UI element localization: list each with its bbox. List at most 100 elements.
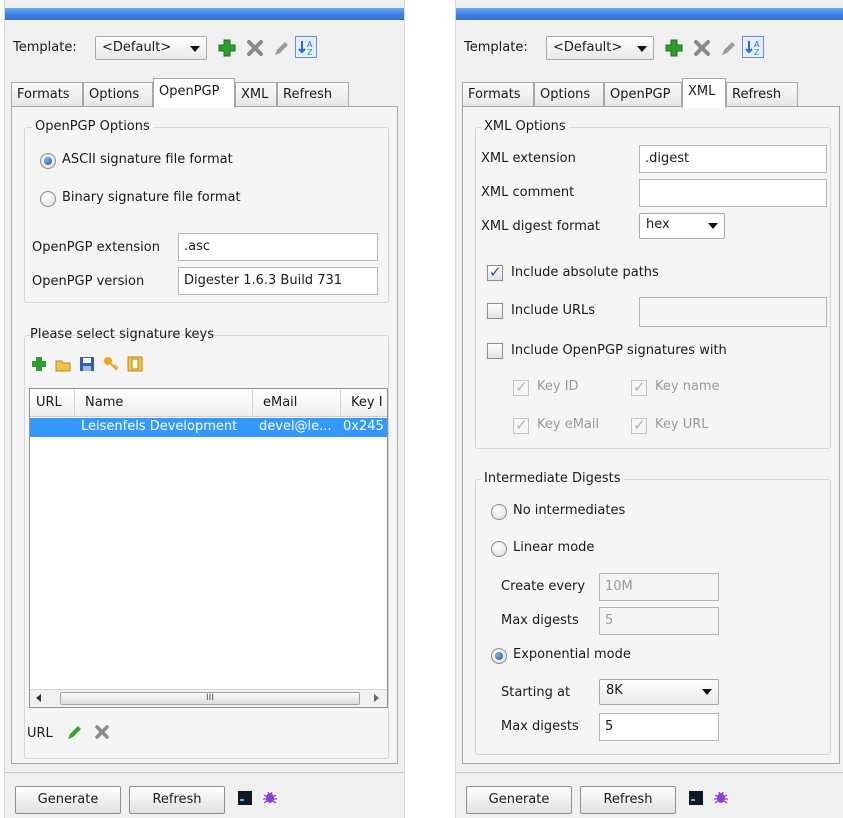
debug-bug-icon[interactable] bbox=[712, 788, 730, 806]
refresh-button[interactable]: Refresh bbox=[129, 786, 225, 814]
add-template-icon[interactable] bbox=[217, 38, 237, 58]
starting-at-label: Starting at bbox=[501, 685, 571, 700]
tab-xml[interactable]: XML bbox=[682, 78, 726, 108]
column-header-url[interactable]: URL bbox=[30, 389, 75, 417]
xml-extension-label: XML extension bbox=[481, 151, 576, 166]
tab-xml[interactable]: XML bbox=[235, 82, 277, 107]
checkmark-icon: ✓ bbox=[489, 263, 502, 281]
url-label: URL bbox=[27, 726, 53, 741]
xml-digest-format-select[interactable]: hex bbox=[639, 213, 725, 239]
starting-at-value: 8K bbox=[606, 683, 623, 698]
scroll-right-icon[interactable] bbox=[374, 694, 379, 702]
scrollbar-thumb[interactable]: III bbox=[60, 692, 360, 705]
tab-formats[interactable]: Formats bbox=[462, 82, 534, 107]
template-label: Template: bbox=[13, 40, 77, 55]
window-title-bar bbox=[456, 8, 843, 20]
checkmark-icon: ✓ bbox=[633, 378, 646, 396]
tab-formats[interactable]: Formats bbox=[11, 82, 83, 107]
add-key-icon[interactable] bbox=[30, 355, 50, 375]
tab-options[interactable]: Options bbox=[534, 82, 604, 107]
key-name-label: Key name bbox=[655, 379, 720, 394]
template-combo[interactable]: <Default> bbox=[95, 36, 207, 60]
chevron-down-icon bbox=[708, 223, 718, 229]
binary-format-radio[interactable] bbox=[40, 191, 56, 207]
tab-openpgp[interactable]: OpenPGP bbox=[153, 78, 235, 108]
linear-mode-label: Linear mode bbox=[513, 540, 595, 555]
ascii-format-radio[interactable] bbox=[40, 153, 56, 169]
refresh-button[interactable]: Refresh bbox=[580, 786, 676, 814]
include-urls-label: Include URLs bbox=[511, 303, 596, 318]
openpgp-extension-input[interactable]: .asc bbox=[178, 233, 378, 261]
xml-options-group bbox=[475, 127, 831, 449]
include-absolute-paths-checkbox[interactable]: ✓ bbox=[487, 263, 503, 281]
key-url-checkbox: ✓ bbox=[631, 416, 647, 434]
xml-digest-format-value: hex bbox=[646, 217, 670, 232]
tab-strip: Formats Options OpenPGP XML Refresh bbox=[462, 78, 840, 108]
openpgp-version-input[interactable]: Digester 1.6.3 Build 731 bbox=[178, 267, 378, 295]
key-id-label: Key ID bbox=[537, 379, 579, 394]
starting-at-select[interactable]: 8K bbox=[599, 679, 719, 705]
column-header-key-id[interactable]: Key I bbox=[341, 389, 387, 417]
key-url-label: Key URL bbox=[655, 417, 709, 432]
linear-mode-radio[interactable] bbox=[491, 541, 507, 557]
include-absolute-paths-label: Include absolute paths bbox=[511, 265, 659, 280]
tab-openpgp[interactable]: OpenPGP bbox=[604, 82, 682, 107]
columns-icon[interactable] bbox=[126, 355, 146, 375]
no-intermediates-radio[interactable] bbox=[491, 504, 507, 520]
edit-template-icon[interactable] bbox=[271, 38, 291, 58]
include-openpgp-checkbox[interactable] bbox=[487, 343, 503, 359]
xml-settings-panel: Template: <Default> AZ Formats Options O… bbox=[455, 0, 843, 818]
key-email-label: Key eMail bbox=[537, 417, 600, 432]
console-icon[interactable] bbox=[237, 790, 253, 806]
signature-keys-title: Please select signature keys bbox=[30, 327, 214, 342]
openpgp-options-title: OpenPGP Options bbox=[32, 119, 153, 134]
generate-button[interactable]: Generate bbox=[466, 786, 572, 814]
edit-template-icon[interactable] bbox=[718, 38, 738, 58]
signature-keys-table[interactable]: URL Name eMail Key I Leisenfels Developm… bbox=[29, 388, 388, 708]
horizontal-scrollbar[interactable]: III bbox=[30, 689, 387, 707]
openpgp-extension-label: OpenPGP extension bbox=[32, 240, 160, 255]
save-icon[interactable] bbox=[78, 355, 98, 375]
exponential-mode-radio[interactable] bbox=[491, 648, 507, 664]
delete-template-icon[interactable] bbox=[245, 38, 265, 58]
svg-text:Z: Z bbox=[307, 48, 313, 57]
no-intermediates-label: No intermediates bbox=[513, 503, 626, 518]
sort-template-icon[interactable]: AZ bbox=[742, 36, 764, 58]
template-label: Template: bbox=[464, 40, 528, 55]
tab-refresh[interactable]: Refresh bbox=[277, 82, 349, 107]
xml-comment-input[interactable] bbox=[639, 179, 827, 207]
scroll-left-icon[interactable] bbox=[36, 694, 41, 702]
console-icon[interactable] bbox=[688, 790, 704, 806]
delete-template-icon[interactable] bbox=[692, 38, 712, 58]
xml-options-title: XML Options bbox=[481, 119, 569, 134]
open-folder-icon[interactable] bbox=[54, 355, 74, 375]
edit-url-icon[interactable] bbox=[65, 723, 85, 743]
xml-digest-format-label: XML digest format bbox=[481, 219, 600, 234]
sort-template-icon[interactable]: AZ bbox=[295, 36, 317, 58]
key-icon[interactable] bbox=[102, 355, 122, 375]
tab-options[interactable]: Options bbox=[83, 82, 153, 107]
svg-text:Z: Z bbox=[754, 48, 760, 57]
column-header-email[interactable]: eMail bbox=[253, 389, 341, 417]
checkmark-icon: ✓ bbox=[633, 416, 646, 434]
ascii-format-label: ASCII signature file format bbox=[62, 152, 233, 167]
create-every-input: 10M bbox=[599, 573, 719, 601]
table-row[interactable]: Leisenfels Development devel@le... 0x245 bbox=[30, 418, 387, 437]
delete-url-icon[interactable] bbox=[93, 723, 113, 743]
key-name-checkbox: ✓ bbox=[631, 378, 647, 396]
column-header-name[interactable]: Name bbox=[75, 389, 253, 417]
intermediate-digests-title: Intermediate Digests bbox=[481, 471, 624, 486]
create-every-label: Create every bbox=[501, 579, 586, 594]
generate-button[interactable]: Generate bbox=[15, 786, 121, 814]
key-id-checkbox: ✓ bbox=[513, 378, 529, 396]
max-digests-exp-input[interactable]: 5 bbox=[599, 713, 719, 741]
add-template-icon[interactable] bbox=[664, 38, 684, 58]
xml-extension-input[interactable]: .digest bbox=[639, 145, 827, 173]
template-combo[interactable]: <Default> bbox=[546, 36, 654, 60]
tab-refresh[interactable]: Refresh bbox=[726, 82, 798, 107]
max-digests-linear-input: 5 bbox=[599, 607, 719, 635]
debug-bug-icon[interactable] bbox=[261, 788, 279, 806]
bottom-separator bbox=[456, 772, 843, 773]
include-urls-checkbox[interactable] bbox=[487, 303, 503, 319]
bottom-separator bbox=[5, 772, 404, 773]
